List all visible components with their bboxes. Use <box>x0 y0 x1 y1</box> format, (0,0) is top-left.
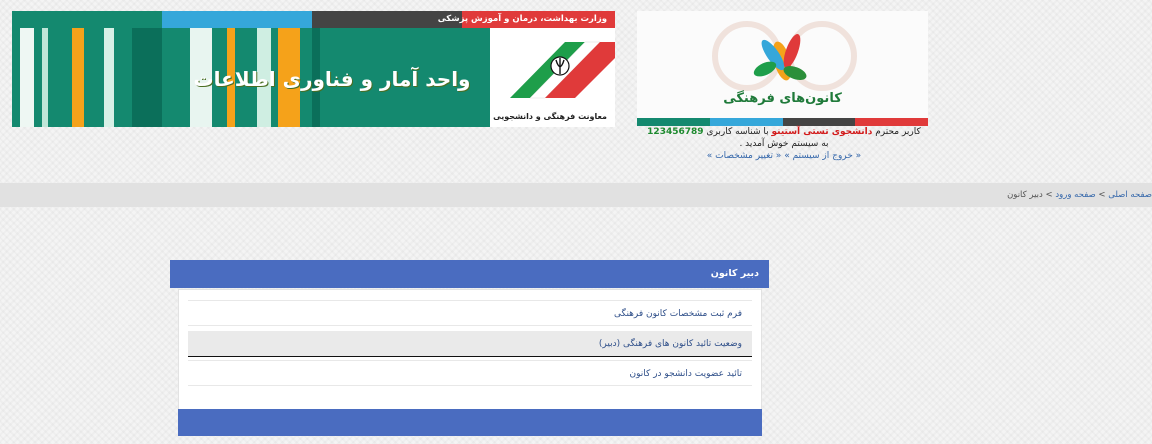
banner-stripe <box>72 28 84 127</box>
panel-title: دبیر کانون <box>170 260 769 288</box>
emblem-panel: معاونت فرهنگی و دانشجویی <box>490 28 615 127</box>
breadcrumb-separator: > <box>1098 190 1106 200</box>
user-name: دانشجوی تستی آستینو <box>771 127 873 137</box>
edit-profile-link[interactable]: « تغییر مشخصات » <box>707 151 782 161</box>
logout-link[interactable]: « خروج از سیستم » <box>784 151 861 161</box>
user-info: کاربر محترم دانشجوی تستی آستینو با شناسه… <box>634 126 934 162</box>
logo-text: کانون‌های فرهنگی <box>723 91 842 106</box>
welcome-text: به سیستم خوش آمدید . <box>739 139 829 149</box>
ministry-title: وزارت بهداشت، درمان و آموزش پزشکی <box>437 14 607 24</box>
emblem-label: معاونت فرهنگی و دانشجویی <box>493 112 607 121</box>
breadcrumb-bar: صفحه اصلی > صفحه ورود > دبیر کانون <box>0 183 1152 207</box>
kanoon-logo: کانون‌های فرهنگی <box>637 11 928 126</box>
breadcrumb-home-link[interactable]: صفحه اصلی <box>1108 190 1152 200</box>
breadcrumb: صفحه اصلی > صفحه ورود > دبیر کانون <box>8 183 1152 207</box>
banner-stripe <box>104 28 114 127</box>
breadcrumb-current: دبیر کانون <box>1007 190 1043 200</box>
banner-title: واحد آمار و فناوری اطلاعات <box>193 67 471 91</box>
user-links: « خروج از سیستم » « تغییر مشخصات » <box>634 150 934 162</box>
greeting-prefix: کاربر محترم <box>875 127 921 137</box>
user-id-prefix: با شناسه کاربری <box>706 127 769 137</box>
breadcrumb-separator: > <box>1045 190 1053 200</box>
breadcrumb-login-link[interactable]: صفحه ورود <box>1055 190 1095 200</box>
banner-image: وزارت بهداشت، درمان و آموزش پزشکی واحد آ… <box>12 11 615 127</box>
banner-color-bar <box>162 11 312 28</box>
panel-footer <box>178 409 762 436</box>
flower-logo-icon <box>712 21 857 91</box>
user-id: 123456789 <box>647 127 704 137</box>
menu-item-kanoon-approval-status[interactable]: وضعیت تائید کانون های فرهنگی (دبیر) <box>188 331 752 357</box>
logo-color-strip <box>637 118 928 126</box>
banner-color-bar <box>12 11 162 28</box>
banner-stripe <box>20 28 34 127</box>
user-greeting-line: کاربر محترم دانشجوی تستی آستینو با شناسه… <box>634 126 934 138</box>
menu-item-register-kanoon[interactable]: فرم ثبت مشخصات کانون فرهنگی <box>188 300 752 326</box>
menu-item-approve-membership[interactable]: تائید عضویت دانشجو در کانون <box>188 360 752 386</box>
banner-stripe <box>132 28 162 127</box>
banner-stripe <box>42 28 48 127</box>
